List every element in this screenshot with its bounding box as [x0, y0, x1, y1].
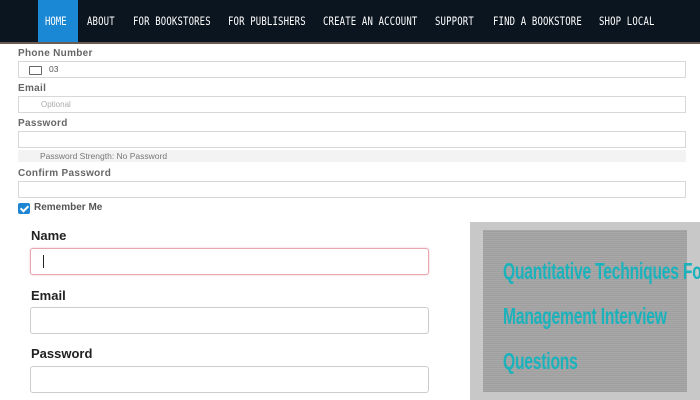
password-strength: Password Strength: No Password	[18, 150, 686, 162]
nav-for-bookstores[interactable]: FOR BOOKSTORES	[133, 0, 211, 42]
book-ad-image: Quantitative Techniques For Management I…	[483, 230, 700, 392]
book-ad-title-line-2: Management Interview	[503, 303, 667, 329]
email-label: Email	[18, 83, 47, 94]
email-field[interactable]: Optional	[18, 96, 686, 113]
book-ad-title-line-1: Quantitative Techniques For	[503, 258, 700, 284]
nav-home-label: HOME	[45, 14, 67, 28]
nav-for-publishers[interactable]: FOR PUBLISHERS	[228, 0, 306, 42]
nav-support[interactable]: SUPPORT	[435, 0, 474, 42]
nav-shop-local[interactable]: SHOP LOCAL	[599, 0, 655, 42]
book-ad-card[interactable]: Quantitative Techniques For Management I…	[470, 222, 700, 400]
email-placeholder: Optional	[41, 100, 71, 109]
front-password-input[interactable]	[30, 366, 429, 393]
password-field[interactable]	[18, 131, 686, 148]
nav-create-account[interactable]: CREATE AN ACCOUNT	[323, 0, 417, 42]
phone-code: 03	[49, 64, 59, 74]
password-label: Password	[18, 118, 68, 129]
remember-me-label[interactable]: Remember Me	[34, 202, 102, 213]
password-strength-text: Password Strength: No Password	[40, 151, 168, 161]
book-ad-title-line-3: Questions	[503, 348, 578, 374]
name-input[interactable]	[30, 248, 429, 275]
nav-find-bookstore[interactable]: FIND A BOOKSTORE	[493, 0, 582, 42]
front-email-label: Email	[31, 288, 66, 303]
top-navigation: HOME ABOUT FOR BOOKSTORES FOR PUBLISHERS…	[0, 0, 700, 44]
nav-about[interactable]: ABOUT	[87, 0, 115, 42]
phone-number-field[interactable]: 03	[18, 61, 686, 78]
nav-home[interactable]: HOME	[38, 0, 78, 42]
remember-me-checkbox[interactable]	[18, 203, 30, 214]
front-email-input[interactable]	[30, 307, 429, 334]
front-password-label: Password	[31, 346, 93, 361]
confirm-password-label: Confirm Password	[18, 168, 112, 179]
name-label: Name	[31, 228, 67, 243]
confirm-password-field[interactable]	[18, 181, 686, 198]
flag-icon[interactable]	[29, 66, 42, 75]
text-cursor	[43, 255, 44, 268]
phone-number-label: Phone Number	[18, 48, 93, 59]
